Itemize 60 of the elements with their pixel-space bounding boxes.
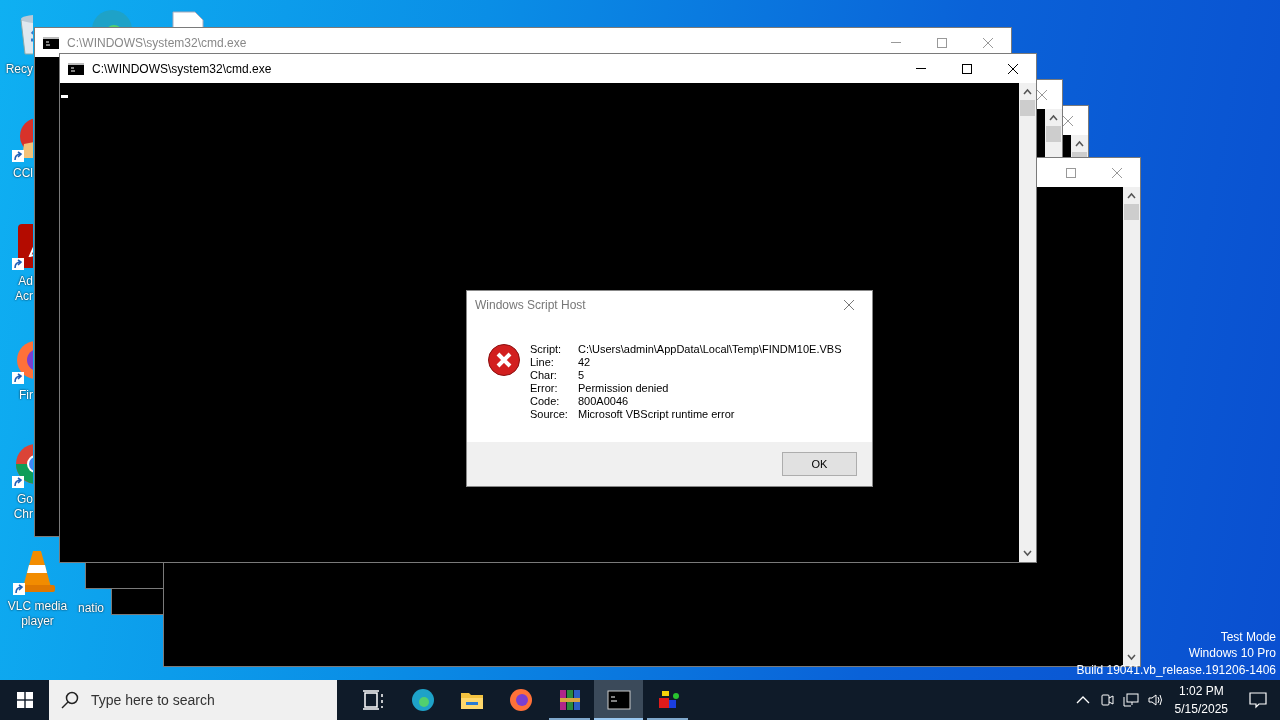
speaker-icon[interactable]	[1146, 692, 1163, 708]
field-value: Permission denied	[578, 382, 670, 395]
notification-icon[interactable]	[1249, 691, 1267, 709]
error-icon	[487, 343, 521, 377]
taskbar-app-button[interactable]	[594, 680, 643, 720]
search-icon	[61, 691, 79, 709]
search-bar[interactable]: Type here to search	[49, 680, 337, 720]
maximize-icon	[1065, 166, 1077, 179]
maximize-icon	[936, 36, 948, 49]
field-value: C:\Users\admin\AppData\Local\Temp\FINDM10E.VBS	[578, 343, 842, 356]
icon-label[interactable]: Go Chr	[0, 492, 33, 522]
scrollbar[interactable]	[1123, 187, 1140, 666]
watermark-text: Build 19041.vb_release.191206-1406	[1076, 661, 1276, 678]
books-icon	[557, 688, 582, 712]
clock-time[interactable]: 1:02 PM	[1174, 682, 1228, 700]
field-label: Source:	[530, 408, 569, 421]
icon-label[interactable]: CCl	[0, 166, 33, 181]
field-value: 5	[578, 369, 586, 382]
task-view-icon	[361, 688, 386, 712]
field-value: 800A0046	[578, 395, 630, 408]
window-title: C:\WINDOWS\system32\cmd.exe	[92, 60, 272, 78]
field-label: Error:	[530, 382, 559, 395]
watermark-text: Windows 10 Pro	[1188, 645, 1276, 662]
field-label: Char:	[530, 369, 558, 382]
maximize-icon	[961, 62, 973, 75]
close-icon	[1062, 114, 1074, 127]
icon-label[interactable]: Fir	[0, 388, 33, 403]
field-label: Line:	[530, 356, 555, 369]
close-icon	[1111, 166, 1123, 179]
field-value: Microsoft VBScript runtime error	[578, 408, 736, 421]
watermark-text: Test Mode	[1220, 628, 1276, 645]
windows-logo-icon	[16, 692, 33, 708]
globe-icon	[410, 688, 435, 712]
scroll-thumb[interactable]	[1020, 100, 1035, 116]
field-value: 42	[578, 356, 592, 369]
clock-date[interactable]: 5/15/2025	[1174, 700, 1228, 718]
scroll-thumb[interactable]	[1046, 126, 1061, 142]
close-icon	[1007, 62, 1019, 75]
field-label: Code:	[530, 395, 561, 408]
console-icon	[68, 62, 84, 75]
field-label: Script:	[530, 343, 563, 356]
close-icon	[982, 36, 994, 49]
window-title: C:\WINDOWS\system32\cmd.exe	[67, 34, 247, 52]
close-icon	[843, 299, 855, 311]
icon-label[interactable]: natio	[78, 601, 111, 616]
search-input[interactable]: Type here to search	[89, 688, 319, 712]
icon-label[interactable]: Ad Acr	[0, 274, 33, 304]
icon-label[interactable]: VLC media player	[0, 599, 75, 629]
console-icon	[43, 36, 59, 49]
scroll-thumb[interactable]	[1124, 204, 1139, 220]
globe-icon	[508, 688, 533, 712]
ok-button[interactable]: OK	[782, 452, 857, 476]
console-icon	[606, 688, 631, 712]
scrollbar[interactable]	[1019, 83, 1036, 562]
icon-label[interactable]: Recy	[0, 62, 33, 77]
camera-icon[interactable]	[1098, 692, 1115, 708]
close-icon	[1036, 88, 1048, 101]
network-icon[interactable]	[1122, 692, 1139, 708]
dialog-title: Windows Script Host	[475, 297, 586, 314]
scroll-thumb[interactable]	[1072, 152, 1087, 157]
